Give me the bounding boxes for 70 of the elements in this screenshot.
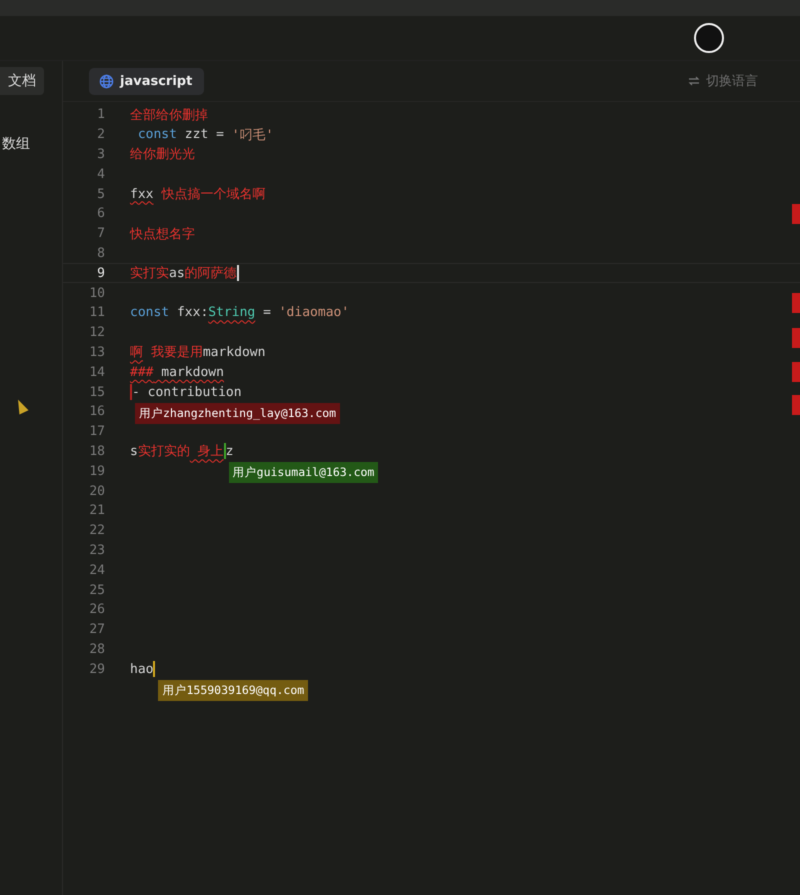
code-token: s xyxy=(130,444,138,459)
code-token: - contribution xyxy=(132,384,242,400)
user-cursor-label: 用户zhangzhenting_lay@163.com xyxy=(135,403,340,424)
code-token: fxx xyxy=(130,186,154,202)
code-token: '叼毛' xyxy=(232,126,274,144)
error-marker xyxy=(792,204,800,224)
code-token: 快点想名字 xyxy=(130,226,195,243)
line-number: 2 xyxy=(96,127,105,142)
code-token: 全部给你删掉 xyxy=(130,106,208,124)
code-token: z xyxy=(226,444,234,459)
code-token: ### xyxy=(130,364,154,380)
code-token: = xyxy=(262,305,272,320)
line-number: 6 xyxy=(96,206,105,222)
line-number: 26 xyxy=(88,602,105,618)
user-cursor-label: 用户guisumail@163.com xyxy=(228,462,378,484)
swap-icon xyxy=(688,76,700,86)
code-token: 的阿萨德 xyxy=(184,265,237,282)
avatar-icon[interactable] xyxy=(694,23,724,53)
sidebar-tab[interactable]: 文档 xyxy=(0,67,44,95)
line-number: 23 xyxy=(88,542,105,558)
line-number: 20 xyxy=(88,484,105,499)
code-token: 实打实的 xyxy=(138,443,190,460)
language-tab[interactable]: javascript xyxy=(89,68,204,94)
line-number: 14 xyxy=(88,364,105,380)
code-token: markdown xyxy=(160,364,224,380)
line-number: 9 xyxy=(96,266,105,281)
error-marker xyxy=(792,293,800,313)
code-token: 啊 xyxy=(130,344,143,362)
line-number: 1 xyxy=(96,107,105,122)
code-token: hao xyxy=(130,662,154,677)
code-token: 我要是用 xyxy=(150,344,203,362)
line-number: 27 xyxy=(88,622,105,638)
line-number: 11 xyxy=(88,305,105,320)
globe-icon xyxy=(99,74,114,88)
line-number: 10 xyxy=(88,286,105,301)
code-token: zzt = xyxy=(184,127,225,142)
code-token: String xyxy=(208,305,256,320)
code-token: as xyxy=(169,266,185,281)
line-number: 28 xyxy=(88,642,105,657)
code-token: 快点搞一个域名啊 xyxy=(160,186,266,204)
code-token: 给你删光光 xyxy=(130,146,195,164)
line-number: 29 xyxy=(88,662,105,677)
code-token: const xyxy=(136,127,177,142)
code-token: 身上 xyxy=(196,443,224,460)
line-number: 17 xyxy=(88,424,105,440)
code-token: 实打实 xyxy=(130,265,169,282)
line-number: 18 xyxy=(88,444,105,459)
line-number: 25 xyxy=(88,582,105,598)
line-number: 13 xyxy=(88,344,105,360)
line-number: 8 xyxy=(96,246,105,261)
line-number: 15 xyxy=(88,384,105,400)
code-token: const xyxy=(130,305,170,320)
line-number: 21 xyxy=(88,503,105,518)
line-number: 7 xyxy=(96,226,105,242)
line-number: 4 xyxy=(96,166,105,182)
line-number: 24 xyxy=(88,562,105,578)
error-marker xyxy=(792,328,800,348)
code-token: fxx: xyxy=(176,305,208,320)
user-cursor-label: 用户1559039169@qq.com xyxy=(158,680,308,702)
code-token: markdown xyxy=(202,344,266,360)
line-number: 19 xyxy=(88,464,105,479)
sidebar-item[interactable]: 数组 xyxy=(0,135,62,153)
line-number: 12 xyxy=(88,325,105,340)
code-token: 'diaomao' xyxy=(278,305,350,320)
line-number: 16 xyxy=(88,404,105,420)
error-marker xyxy=(792,395,800,415)
line-number: 22 xyxy=(88,523,105,538)
line-number: 3 xyxy=(96,146,105,162)
error-marker xyxy=(792,362,800,382)
line-number: 5 xyxy=(96,186,105,202)
